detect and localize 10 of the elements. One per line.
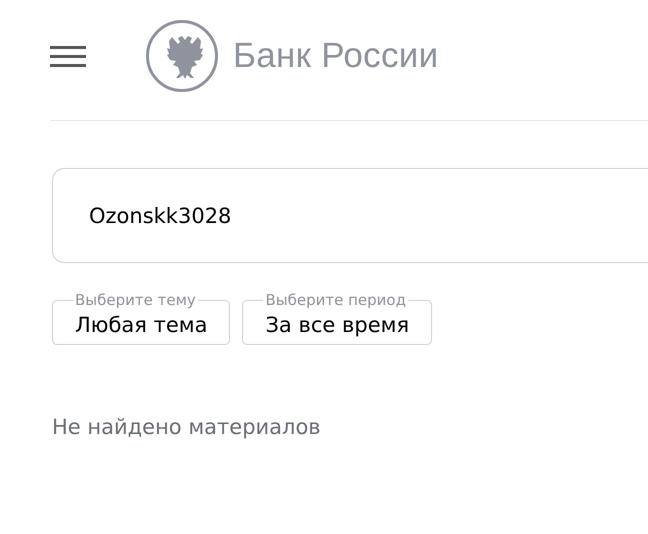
empty-results-message: Не найдено материалов [52, 415, 322, 439]
select-value: Любая тема [75, 312, 208, 336]
select-label: Выберите период [264, 291, 407, 309]
menu-icon[interactable] [50, 46, 86, 66]
search-field[interactable]: Ozonskk3028 [52, 168, 648, 263]
select-value: За все время [265, 312, 410, 336]
dropdown-select[interactable]: Выберите период За все время [242, 291, 432, 345]
emblem-icon [145, 19, 219, 93]
dropdown-select[interactable]: Выберите тему Любая тема [52, 291, 230, 345]
select-label: Выберите тему [74, 291, 197, 309]
